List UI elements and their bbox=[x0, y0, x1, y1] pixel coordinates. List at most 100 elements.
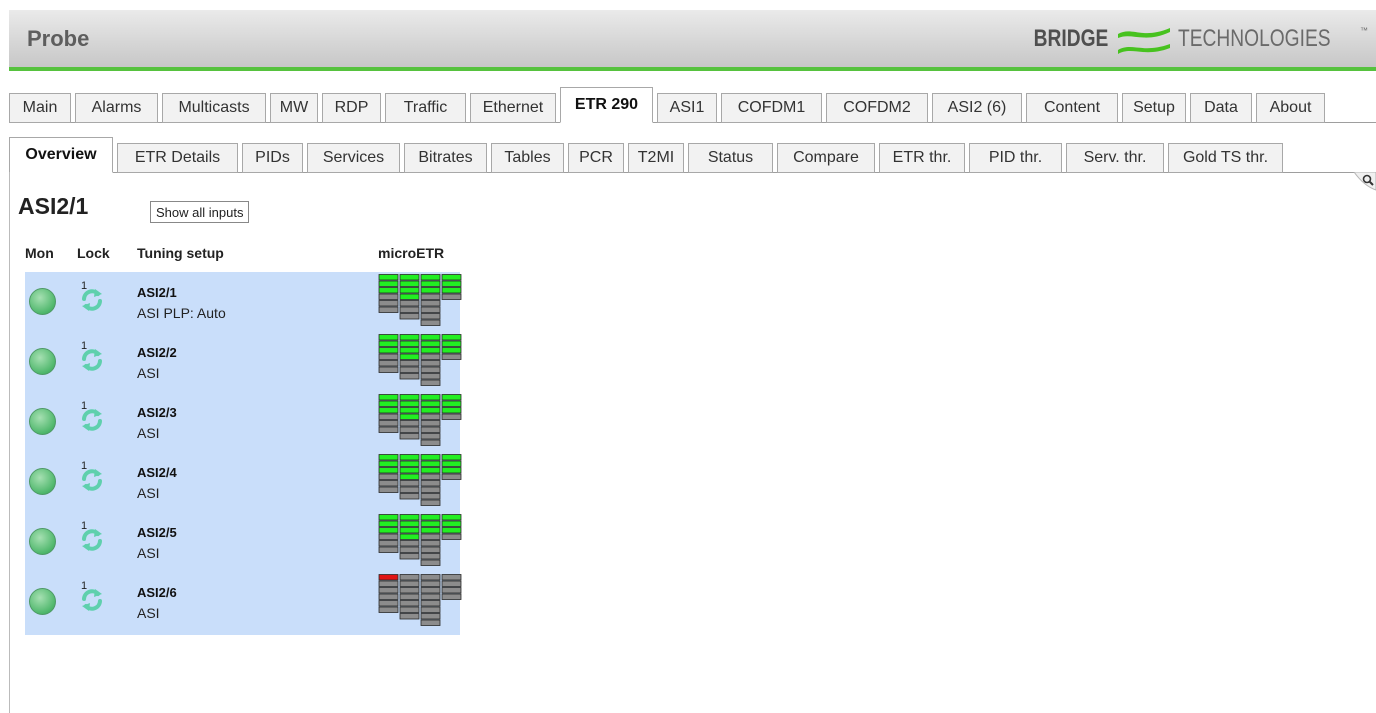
table-row[interactable]: 1 ASI2/2 ASI bbox=[25, 333, 462, 393]
etr-cell bbox=[441, 293, 462, 300]
etr-cell bbox=[420, 613, 441, 620]
subtab-pids[interactable]: PIDs bbox=[242, 143, 303, 173]
etr-cell bbox=[420, 426, 441, 433]
app-title: Probe bbox=[27, 26, 90, 51]
etr-cell bbox=[420, 480, 441, 487]
etr-cell bbox=[399, 454, 420, 461]
subtab-overview[interactable]: Overview bbox=[9, 137, 113, 173]
search-icon[interactable] bbox=[1352, 172, 1376, 194]
etr-cell bbox=[399, 313, 420, 320]
etr-cell bbox=[441, 467, 462, 474]
etr-cell bbox=[441, 340, 462, 347]
tab-multicasts[interactable]: Multicasts bbox=[162, 93, 266, 123]
etr-cell bbox=[378, 574, 399, 581]
etr-cell bbox=[399, 407, 420, 414]
tab-about[interactable]: About bbox=[1256, 93, 1325, 123]
tab-data[interactable]: Data bbox=[1190, 93, 1252, 123]
table-row[interactable]: 1 ASI2/6 ASI bbox=[25, 573, 462, 633]
tab-mw[interactable]: MW bbox=[270, 93, 318, 123]
show-all-inputs-button[interactable]: Show all inputs bbox=[150, 201, 250, 223]
micro-etr-grid[interactable] bbox=[378, 454, 462, 510]
subtab-services[interactable]: Services bbox=[307, 143, 400, 173]
tab-main[interactable]: Main bbox=[9, 93, 71, 123]
etr-cell bbox=[378, 293, 399, 300]
etr-cell bbox=[378, 486, 399, 493]
etr-cell bbox=[420, 527, 441, 534]
tab-etr290[interactable]: ETR 290 bbox=[560, 87, 653, 123]
etr-cell bbox=[378, 520, 399, 527]
etr-cell bbox=[399, 486, 420, 493]
micro-etr-grid[interactable] bbox=[378, 394, 462, 450]
subtab-t2mi[interactable]: T2MI bbox=[628, 143, 684, 173]
subtab-etr-details[interactable]: ETR Details bbox=[117, 143, 238, 173]
tab-asi2[interactable]: ASI2 (6) bbox=[932, 93, 1022, 123]
input-name[interactable]: ASI2/2 bbox=[137, 345, 177, 360]
etr-cell bbox=[378, 533, 399, 540]
etr-cell bbox=[399, 580, 420, 587]
subtab-compare[interactable]: Compare bbox=[777, 143, 875, 173]
micro-etr-grid[interactable] bbox=[378, 514, 462, 570]
main-tab-bar: Main Alarms Multicasts MW RDP Traffic Et… bbox=[9, 84, 1376, 123]
subtab-pcr[interactable]: PCR bbox=[568, 143, 624, 173]
etr-cell bbox=[420, 353, 441, 360]
tab-traffic[interactable]: Traffic bbox=[385, 93, 466, 123]
tab-alarms[interactable]: Alarms bbox=[75, 93, 158, 123]
etr-cell bbox=[399, 334, 420, 341]
input-type: ASI bbox=[137, 365, 160, 381]
etr-cell bbox=[399, 520, 420, 527]
etr-cell bbox=[399, 553, 420, 560]
input-name[interactable]: ASI2/3 bbox=[137, 405, 177, 420]
table-row[interactable]: 1 ASI2/1 ASI PLP: Auto bbox=[25, 273, 462, 333]
input-type: ASI bbox=[137, 485, 160, 501]
tab-content[interactable]: Content bbox=[1026, 93, 1118, 123]
etr-cell bbox=[420, 600, 441, 607]
etr-cell bbox=[441, 527, 462, 534]
tab-setup[interactable]: Setup bbox=[1122, 93, 1186, 123]
subtab-bitrates[interactable]: Bitrates bbox=[404, 143, 487, 173]
tab-cofdm1[interactable]: COFDM1 bbox=[721, 93, 822, 123]
tab-asi1[interactable]: ASI1 bbox=[657, 93, 717, 123]
etr-cell bbox=[420, 433, 441, 440]
etr-cell bbox=[378, 300, 399, 307]
etr-cell bbox=[420, 300, 441, 307]
etr-cell bbox=[399, 360, 420, 367]
subtab-pid-thr[interactable]: PID thr. bbox=[969, 143, 1062, 173]
tab-ethernet[interactable]: Ethernet bbox=[470, 93, 556, 123]
micro-etr-grid[interactable] bbox=[378, 574, 462, 630]
etr-cell bbox=[378, 287, 399, 294]
etr-cell bbox=[399, 546, 420, 553]
input-name[interactable]: ASI2/5 bbox=[137, 525, 177, 540]
etr-cell bbox=[378, 280, 399, 287]
micro-etr-grid[interactable] bbox=[378, 274, 462, 330]
content-border bbox=[9, 172, 10, 713]
table-row[interactable]: 1 ASI2/5 ASI bbox=[25, 513, 462, 573]
column-header-lock: Lock bbox=[77, 245, 110, 261]
etr-cell bbox=[399, 480, 420, 487]
subtab-serv-thr[interactable]: Serv. thr. bbox=[1066, 143, 1164, 173]
etr-cell bbox=[378, 454, 399, 461]
table-row[interactable]: 1 ASI2/4 ASI bbox=[25, 453, 462, 513]
etr-cell bbox=[399, 540, 420, 547]
tab-cofdm2[interactable]: COFDM2 bbox=[826, 93, 928, 123]
subtab-gold-ts-thr[interactable]: Gold TS thr. bbox=[1168, 143, 1283, 173]
refresh-icon bbox=[77, 465, 107, 495]
etr-cell bbox=[378, 606, 399, 613]
table-row[interactable]: 1 ASI2/3 ASI bbox=[25, 393, 462, 453]
input-name[interactable]: ASI2/6 bbox=[137, 585, 177, 600]
monitor-led-icon bbox=[29, 528, 56, 555]
page-title: ASI2/1 bbox=[18, 193, 89, 219]
subtab-etr-thr[interactable]: ETR thr. bbox=[879, 143, 965, 173]
subtab-status[interactable]: Status bbox=[688, 143, 773, 173]
input-name[interactable]: ASI2/1 bbox=[137, 285, 177, 300]
etr-cell bbox=[399, 366, 420, 373]
etr-cell bbox=[420, 280, 441, 287]
micro-etr-grid[interactable] bbox=[378, 334, 462, 390]
etr-cell bbox=[378, 407, 399, 414]
input-type: ASI bbox=[137, 605, 160, 621]
etr-cell bbox=[420, 520, 441, 527]
subtab-tables[interactable]: Tables bbox=[491, 143, 564, 173]
etr-cell bbox=[441, 334, 462, 341]
tab-rdp[interactable]: RDP bbox=[322, 93, 381, 123]
etr-cell bbox=[420, 533, 441, 540]
input-name[interactable]: ASI2/4 bbox=[137, 465, 177, 480]
